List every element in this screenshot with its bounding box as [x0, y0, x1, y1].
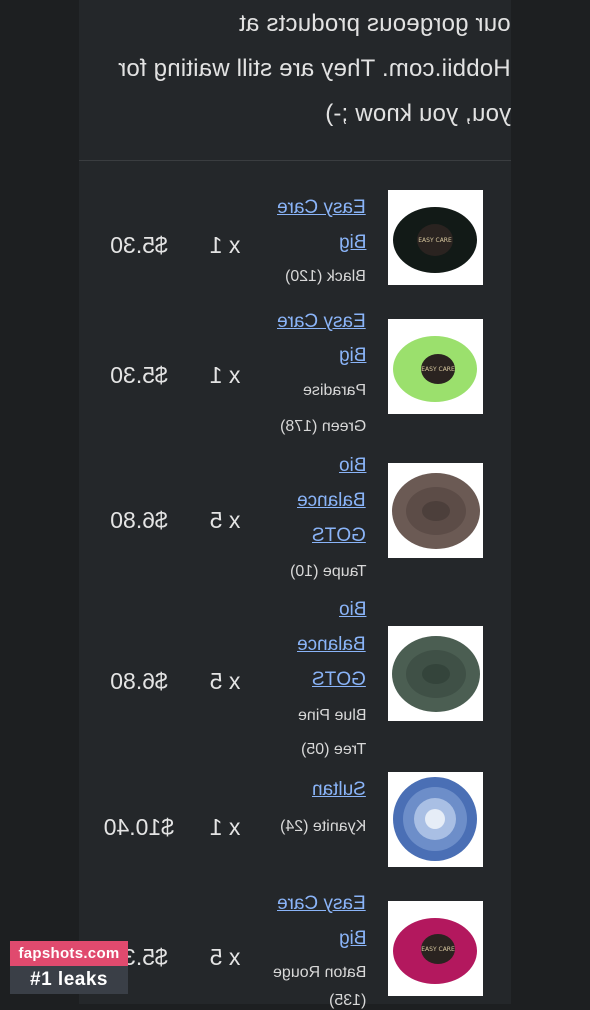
product-image[interactable]: EASY CARE: [388, 190, 483, 285]
product-variant: Baton Rouge: [272, 964, 366, 981]
product-image[interactable]: [388, 626, 483, 721]
svg-text:EASY CARE: EASY CARE: [418, 237, 452, 244]
product-name-link[interactable]: Sultan: [312, 779, 366, 801]
product-variant: Black (120): [285, 268, 366, 285]
product-variant: (135): [328, 992, 366, 1009]
product-variant: Kyanite (24): [279, 818, 366, 835]
product-name-link[interactable]: GOTS: [312, 525, 366, 547]
item-quantity: x 1: [209, 232, 241, 258]
product-name-link[interactable]: Balance: [297, 634, 366, 656]
product-name-link[interactable]: Big: [339, 928, 366, 950]
product-name-link[interactable]: Big: [339, 232, 366, 254]
item-price: $5.30: [110, 232, 168, 258]
watermark-site: fapshots.com: [10, 941, 128, 966]
yarn-ball-icon: EASY CARE: [388, 190, 483, 285]
yarn-ball-icon: EASY CARE: [388, 901, 483, 996]
product-image[interactable]: EASY CARE: [388, 319, 483, 414]
product-name-link[interactable]: Easy Care: [277, 311, 366, 333]
product-name-link[interactable]: Bio: [339, 599, 366, 621]
svg-text:EASY CARE: EASY CARE: [421, 946, 455, 953]
product-name-link[interactable]: Balance: [297, 490, 366, 512]
item-price: $6.80: [110, 507, 168, 533]
product-variant: Taupe (10): [289, 563, 367, 580]
watermark-tagline: #1 leaks: [10, 966, 128, 994]
watermark: fapshots.com #1 leaks: [10, 941, 128, 994]
product-name-link[interactable]: GOTS: [312, 669, 366, 691]
product-image[interactable]: [388, 772, 483, 867]
order-items-table: EASY CARE Easy Care Big Black (120) x 1 …: [0, 0, 590, 1009]
yarn-ball-icon: EASY CARE: [388, 319, 483, 414]
svg-text:EASY CARE: EASY CARE: [421, 366, 455, 373]
item-price: $5.30: [110, 362, 168, 388]
item-quantity: x 5: [209, 668, 241, 694]
product-name-link[interactable]: Bio: [339, 455, 366, 477]
product-variant: Green (178): [279, 418, 366, 435]
product-image[interactable]: EASY CARE: [388, 901, 483, 996]
item-quantity: x 5: [209, 507, 241, 533]
product-name-link[interactable]: Easy Care: [277, 893, 366, 915]
product-variant: Paradise: [302, 382, 366, 399]
product-variant: Tree (05): [300, 741, 366, 758]
yarn-skein-icon: [388, 626, 483, 721]
item-quantity: x 1: [209, 362, 241, 388]
item-price: $10.40: [103, 814, 174, 840]
product-name-link[interactable]: Easy Care: [277, 197, 366, 219]
item-price: $6.80: [110, 668, 168, 694]
product-image[interactable]: [388, 463, 483, 558]
item-quantity: x 5: [209, 944, 241, 970]
yarn-cake-icon: [388, 772, 483, 867]
product-name-link[interactable]: Big: [339, 345, 366, 367]
product-variant: Blue Pine: [297, 707, 367, 724]
yarn-skein-icon: [388, 463, 483, 558]
item-quantity: x 1: [209, 814, 241, 840]
